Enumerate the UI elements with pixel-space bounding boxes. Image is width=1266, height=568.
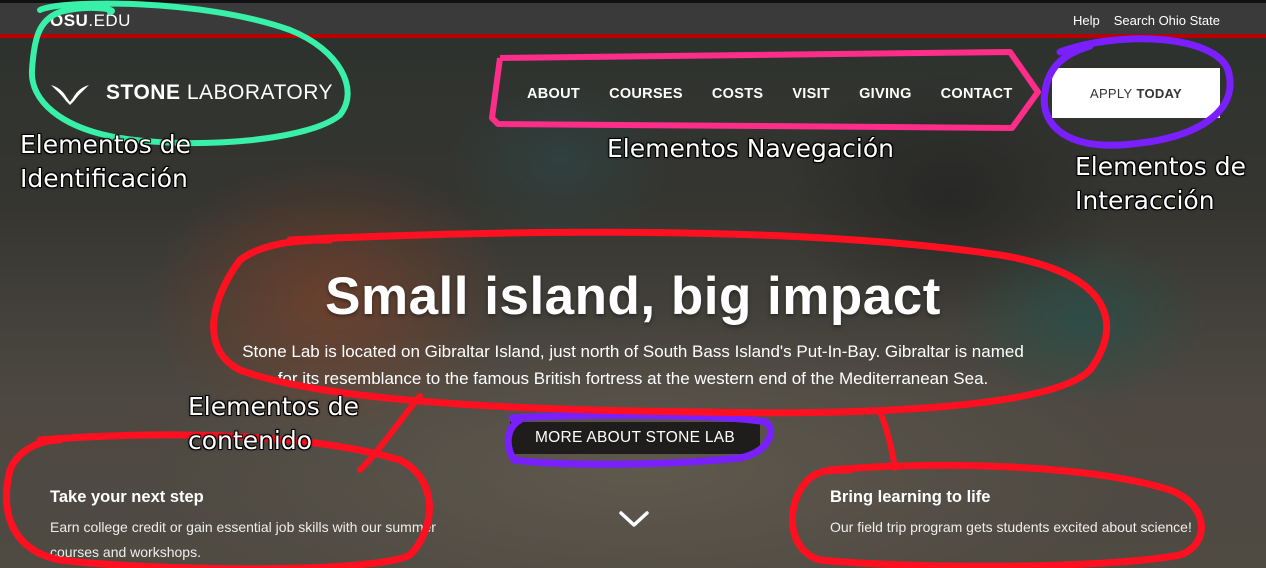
promo-text: Earn college credit or gain essential jo…: [50, 519, 436, 560]
promo-title: Bring learning to life: [830, 488, 991, 506]
stone-lab-brand[interactable]: STONE LABORATORY: [50, 80, 333, 106]
promo-title: Take your next step: [50, 488, 204, 506]
brand-name-light: LABORATORY: [186, 81, 334, 104]
annotation-label-navigation: Elementos Navegación: [607, 134, 894, 163]
search-ohio-state-link[interactable]: Search Ohio State: [1114, 13, 1220, 28]
osu-logo-light: .EDU: [88, 11, 131, 30]
annotation-label-interaction: Elementos de Interacción: [1075, 152, 1247, 215]
apply-today-button[interactable]: APPLY TODAY: [1052, 68, 1220, 118]
nav-item-courses[interactable]: COURSES: [609, 86, 683, 102]
help-link[interactable]: Help: [1073, 13, 1100, 28]
brand-name-bold: STONE: [106, 81, 181, 104]
nav-item-costs[interactable]: COSTS: [712, 86, 763, 102]
promo-courses[interactable]: Take your next step Earn college credit …: [50, 488, 440, 565]
brand-name: STONE LABORATORY: [106, 81, 333, 105]
nav-item-giving[interactable]: GIVING: [859, 86, 912, 102]
osu-utility-links: Help Search Ohio State: [1073, 13, 1220, 28]
nav-item-visit[interactable]: VISIT: [792, 86, 830, 102]
annotation-label-identification: Elementos de Identificación: [20, 130, 192, 193]
promo-field-trips[interactable]: Bring learning to life Our field trip pr…: [830, 488, 1200, 540]
today-label: TODAY: [1136, 85, 1183, 101]
nav-item-about[interactable]: ABOUT: [527, 86, 580, 102]
chevron-down-icon[interactable]: [618, 508, 650, 530]
promo-text: Our field trip program gets students exc…: [830, 519, 1192, 535]
gull-bird-icon: [51, 85, 89, 105]
more-about-stone-lab-button[interactable]: MORE ABOUT STONE LAB: [510, 422, 760, 454]
hero-description: Stone Lab is located on Gibraltar Island…: [242, 342, 1024, 388]
osu-top-bar: OSU.EDU Help Search Ohio State: [0, 0, 1266, 38]
hero-title: Small island, big impact: [325, 267, 941, 326]
osu-logo-bold: OSU: [50, 11, 89, 30]
nav-item-contact[interactable]: CONTACT: [941, 86, 1013, 102]
main-navigation: ABOUT COURSES COSTS VISIT GIVING CONTACT: [527, 86, 1013, 102]
apply-label: APPLY: [1089, 85, 1133, 101]
osu-edu-logo[interactable]: OSU.EDU: [50, 11, 131, 31]
annotation-label-content: Elementos de contenido: [188, 392, 360, 455]
